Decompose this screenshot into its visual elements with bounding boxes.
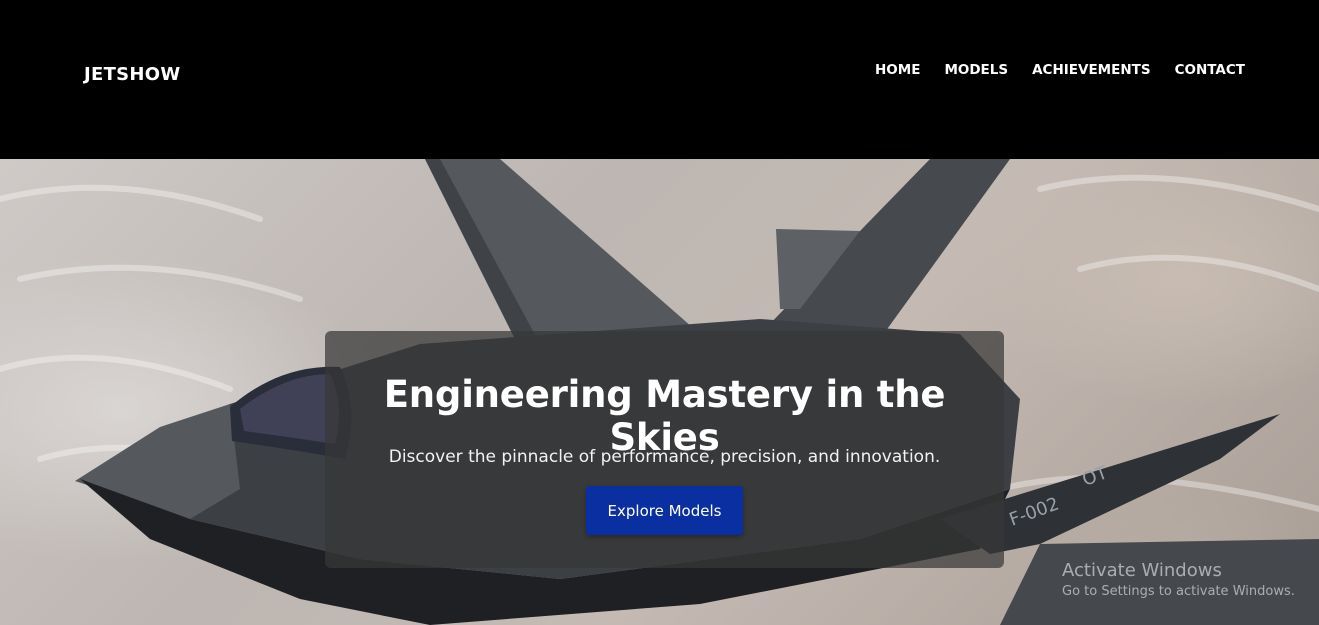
site-header: JETSHOW HOME MODELS ACHIEVEMENTS CONTACT (0, 0, 1319, 159)
nav-link-models[interactable]: MODELS (944, 62, 1008, 78)
nav-link-contact[interactable]: CONTACT (1175, 62, 1245, 78)
watermark-line-1: Activate Windows (1062, 560, 1222, 581)
watermark-line-2: Go to Settings to activate Windows. (1062, 584, 1295, 599)
nav-link-home[interactable]: HOME (875, 62, 920, 78)
activate-windows-watermark: Activate Windows Go to Settings to activ… (1062, 560, 1319, 599)
site-logo[interactable]: JETSHOW (84, 64, 181, 85)
hero-overlay-card: Engineering Mastery in the Skies Discove… (325, 331, 1004, 568)
hero-subtitle: Discover the pinnacle of performance, pr… (388, 447, 941, 467)
main-nav: HOME MODELS ACHIEVEMENTS CONTACT (875, 62, 1245, 78)
hero-section: OT F-002 Engineering Mastery in the Skie… (0, 159, 1319, 625)
explore-models-button[interactable]: Explore Models (586, 486, 743, 535)
nav-link-achievements[interactable]: ACHIEVEMENTS (1032, 62, 1150, 78)
